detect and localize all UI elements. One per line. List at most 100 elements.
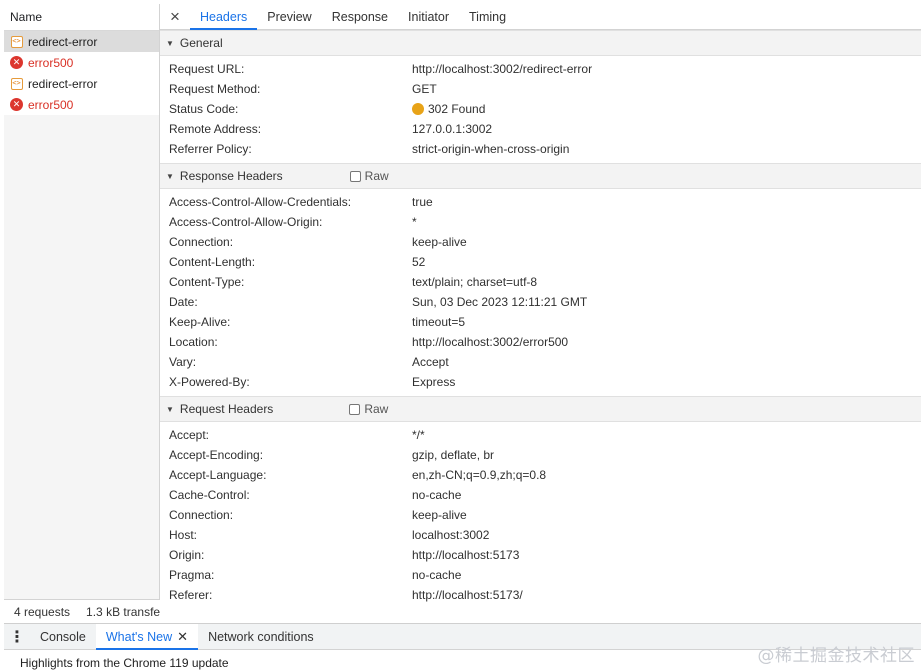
request-count: 4 requests	[14, 604, 71, 619]
header-value-cell: 302 Found	[412, 102, 485, 116]
header-row: Connection: keep-alive	[160, 505, 921, 525]
document-icon: <>	[10, 35, 23, 48]
header-name: Host:	[169, 528, 198, 542]
header-value-cell: http://localhost:5173	[412, 548, 519, 562]
raw-checkbox[interactable]	[349, 403, 361, 415]
request-header-rows: Accept: */* Accept-Encoding: gzip, deflate,…	[160, 422, 921, 609]
header-value: keep-alive	[412, 508, 467, 522]
header-value-cell: GET	[412, 82, 437, 96]
header-value: strict-origin-when-cross-origin	[412, 142, 570, 156]
header-row: Access-Control-Allow-Credentials: true	[160, 192, 921, 212]
expand-triangle-icon: ▼	[166, 404, 174, 414]
header-row: Accept: */*	[160, 425, 921, 445]
header-value-cell: 52	[412, 255, 425, 269]
header-name: X-Powered-By:	[169, 375, 250, 389]
raw-label: Raw	[364, 402, 389, 416]
request-name: redirect-error	[28, 76, 98, 91]
tab-headers[interactable]: Headers	[190, 4, 258, 30]
header-name: Remote Address:	[169, 122, 262, 136]
header-value: *	[412, 215, 417, 229]
header-row: Content-Type: text/plain; charset=utf-8	[160, 272, 921, 292]
header-value-cell: no-cache	[412, 488, 461, 502]
general-section-header[interactable]: ▼ General	[160, 30, 921, 56]
request-headers-section-header[interactable]: ▼ Request Headers Raw	[160, 396, 921, 422]
header-value-cell: timeout=5	[412, 315, 465, 329]
header-name: Request Method:	[169, 82, 261, 96]
header-row: Accept-Encoding: gzip, deflate, br	[160, 445, 921, 465]
header-value-cell: *	[412, 215, 417, 229]
header-row: Vary: Accept	[160, 352, 921, 372]
document-icon: <>	[10, 77, 23, 90]
header-row: Cache-Control: no-cache	[160, 485, 921, 505]
header-value-cell: */*	[412, 428, 425, 442]
header-row: Referer: http://localhost:5173/	[160, 585, 921, 605]
more-menu-icon[interactable]: ⋮	[4, 624, 30, 649]
request-list-pane: Name <> redirect-error ✕ error500 <> redirect…	[4, 4, 160, 623]
section-title: General	[179, 36, 223, 50]
header-name: Connection:	[169, 235, 234, 249]
header-name: Referrer Policy:	[169, 142, 252, 156]
request-row[interactable]: ✕ error500	[4, 94, 159, 115]
header-name: Keep-Alive:	[169, 315, 231, 329]
request-row[interactable]: ✕ error500	[4, 52, 159, 73]
header-row: Pragma: no-cache	[160, 565, 921, 585]
expand-triangle-icon: ▼	[166, 171, 174, 181]
drawer-tab-console[interactable]: Console	[30, 624, 96, 649]
tab-response[interactable]: Response	[322, 4, 398, 29]
header-name: Content-Type:	[169, 275, 245, 289]
header-value: timeout=5	[412, 315, 466, 329]
header-value: Accept	[412, 355, 449, 369]
header-name: Content-Length:	[169, 255, 256, 269]
header-name: Connection:	[169, 508, 234, 522]
header-value: http://localhost:5173/	[412, 588, 523, 602]
header-row: Content-Length: 52	[160, 252, 921, 272]
raw-toggle[interactable]: Raw	[349, 402, 388, 416]
header-value: gzip, deflate, br	[412, 448, 495, 462]
header-value-cell: strict-origin-when-cross-origin	[412, 142, 569, 156]
request-row[interactable]: <> redirect-error	[4, 73, 159, 94]
header-value-cell: Sun, 03 Dec 2023 12:11:21 GMT	[412, 295, 587, 309]
drawer-tab-network-conditions[interactable]: Network conditions	[198, 624, 324, 649]
detail-tabbar: × Headers Preview Response Initiator Timing	[160, 4, 921, 30]
raw-checkbox[interactable]	[349, 170, 361, 182]
header-name: Accept-Language:	[169, 468, 267, 482]
header-row: Connection: keep-alive	[160, 232, 921, 252]
header-value-cell: text/plain; charset=utf-8	[412, 275, 537, 289]
header-row: Access-Control-Allow-Origin: *	[160, 212, 921, 232]
close-icon[interactable]: ×	[160, 4, 190, 29]
raw-label: Raw	[364, 169, 389, 183]
drawer: ⋮ Console What's New ✕ Network conditions H…	[4, 623, 921, 670]
header-name: Pragma:	[169, 568, 215, 582]
header-name: Request URL:	[169, 62, 245, 76]
header-value: GET	[412, 82, 437, 96]
tab-preview[interactable]: Preview	[257, 4, 321, 29]
request-name: error500	[28, 97, 74, 112]
header-name: Access-Control-Allow-Origin:	[169, 215, 323, 229]
header-row: Request Method: GET	[160, 79, 921, 99]
name-column-header[interactable]: Name	[4, 4, 159, 31]
header-value-cell: keep-alive	[412, 508, 467, 522]
status-summary: 4 requests 1.3 kB transfe	[4, 599, 160, 623]
header-row: Date: Sun, 03 Dec 2023 12:11:21 GMT	[160, 292, 921, 312]
section-title: Request Headers	[179, 402, 274, 416]
header-row: Request URL: http://localhost:3002/redire…	[160, 59, 921, 79]
header-value-cell: Express	[412, 375, 455, 389]
drawer-tab-list: Console What's New ✕ Network conditions	[30, 624, 324, 650]
header-name: Status Code:	[169, 102, 239, 116]
header-value: localhost:3002	[412, 528, 490, 542]
header-row: Location: http://localhost:3002/error500	[160, 332, 921, 352]
error-icon: ✕	[10, 56, 23, 69]
header-row: Accept-Language: en,zh-CN;q=0.9,zh;q=0.8	[160, 465, 921, 485]
header-value: http://localhost:3002/redirect-error	[412, 62, 593, 76]
header-name: Access-Control-Allow-Credentials:	[169, 195, 352, 209]
drawer-tab-what-s-new[interactable]: What's New ✕	[95, 624, 199, 650]
tab-initiator[interactable]: Initiator	[398, 4, 459, 29]
request-name: error500	[28, 55, 74, 70]
raw-toggle[interactable]: Raw	[349, 169, 389, 183]
request-row[interactable]: <> redirect-error	[4, 31, 159, 52]
close-icon[interactable]: ✕	[177, 629, 188, 645]
header-name: Location:	[169, 335, 218, 349]
response-headers-section-header[interactable]: ▼ Response Headers Raw	[160, 163, 921, 189]
tab-timing[interactable]: Timing	[459, 4, 516, 29]
header-value-cell: no-cache	[412, 568, 461, 582]
